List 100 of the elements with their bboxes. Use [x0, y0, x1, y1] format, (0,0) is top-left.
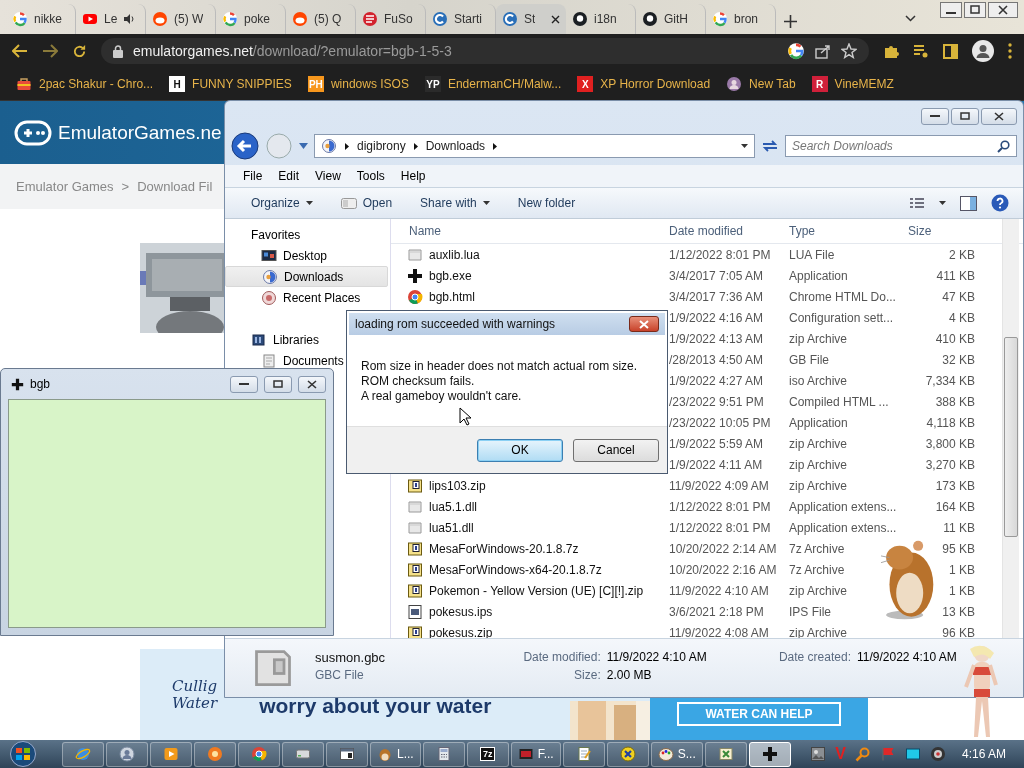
lock-icon: [113, 44, 123, 58]
scrollbar[interactable]: [1002, 219, 1019, 638]
bookmark[interactable]: PH windows ISOS: [307, 76, 409, 92]
taskbar-button[interactable]: S...: [650, 741, 703, 767]
file-type: IPS File: [789, 604, 831, 619]
toolbar-button[interactable]: Share with: [420, 196, 490, 210]
taskbar-button[interactable]: [562, 741, 605, 767]
playlist-icon[interactable]: [913, 44, 929, 58]
menu-item[interactable]: Edit: [278, 169, 300, 183]
site-logo[interactable]: EmulatorGames.ne: [58, 121, 222, 144]
file-name[interactable]: MesaForWindows-20.1.8.7z: [429, 541, 579, 556]
help-icon[interactable]: [991, 194, 1009, 212]
reload-icon[interactable]: [72, 43, 87, 59]
history-dropdown-icon[interactable]: [299, 143, 308, 149]
badge-icon: H: [169, 76, 186, 92]
forward-icon[interactable]: [42, 44, 58, 58]
magnifier-icon[interactable]: [854, 746, 871, 762]
taskbar-button[interactable]: L...: [370, 741, 421, 767]
search-input[interactable]: Search Downloads: [792, 139, 997, 153]
file-size: 13 KB: [942, 604, 975, 619]
ad-logo[interactable]: Cullig Water: [172, 678, 218, 712]
cross-file-icon: [717, 746, 734, 762]
address-dropdown-icon: [741, 144, 748, 148]
file-name[interactable]: pokesus.ips: [429, 604, 493, 619]
dialog-button[interactable]: OK: [477, 438, 563, 462]
share-icon[interactable]: [815, 43, 831, 59]
file-name[interactable]: lua51.dll: [429, 520, 474, 535]
menu-item[interactable]: View: [315, 169, 341, 183]
file-date: 3/4/2017 7:05 AM: [669, 268, 764, 283]
nav-item[interactable]: Downloads: [225, 266, 388, 287]
address-field[interactable]: digibrony Downloads: [314, 134, 755, 158]
star-icon[interactable]: [841, 43, 857, 59]
caret-icon: [939, 201, 946, 205]
file-date: 3/4/2017 7:36 AM: [669, 289, 764, 304]
scroll-thumb[interactable]: [1004, 337, 1018, 537]
file-type: 7z Archive: [789, 562, 845, 577]
menu-item[interactable]: Help: [400, 169, 426, 183]
bookmark[interactable]: H FUNNY SNIPPIES: [169, 76, 292, 92]
file-name[interactable]: Pokemon - Yellow Version (UE) [C][!].zip: [429, 583, 644, 598]
address-bar[interactable]: emulatorgames.net/download/?emulator=bgb-1-5-3: [101, 38, 869, 64]
file-name[interactable]: bgb.html: [429, 289, 476, 304]
close-button[interactable]: [298, 375, 326, 393]
view-options-icon[interactable]: [909, 196, 925, 210]
side-panel-icon[interactable]: [943, 43, 958, 59]
file-date: 1/9/2022 4:11 AM: [669, 457, 763, 472]
preview-pane-icon[interactable]: [960, 195, 977, 211]
file-name[interactable]: lips103.zip: [429, 478, 486, 493]
caret-icon: [482, 201, 490, 205]
menu-item[interactable]: File: [243, 169, 263, 183]
toolbar-button[interactable]: Organize: [251, 196, 313, 210]
search-field[interactable]: Search Downloads: [785, 135, 1017, 157]
screen-icon[interactable]: [904, 746, 921, 762]
photo-icon[interactable]: [810, 746, 827, 762]
speaker-icon[interactable]: [929, 746, 946, 762]
maximize-button[interactable]: [264, 375, 292, 393]
close-icon[interactable]: [551, 14, 560, 24]
file-name[interactable]: auxlib.lua: [429, 247, 480, 262]
profile-icon[interactable]: [972, 40, 994, 62]
clock[interactable]: 4:16 AM: [961, 747, 1006, 761]
nav-item[interactable]: Desktop: [225, 245, 388, 266]
menu-item[interactable]: Tools: [356, 169, 385, 183]
new-tab-icon[interactable]: [784, 15, 797, 28]
dialog-button[interactable]: Cancel: [573, 438, 659, 462]
column-header[interactable]: Size: [904, 224, 975, 238]
puzzle-icon[interactable]: [883, 43, 899, 59]
minimize-icon[interactable]: [940, 2, 962, 18]
palette-icon: [657, 746, 674, 762]
close-button[interactable]: [629, 316, 659, 332]
nav-group[interactable]: Favorites: [225, 224, 388, 245]
maximize-button[interactable]: [951, 107, 979, 125]
refresh-icon[interactable]: [761, 138, 779, 154]
bookmark[interactable]: 2pac Shakur - Chro...: [16, 76, 154, 92]
column-header[interactable]: Date modified: [669, 224, 789, 238]
taskbar-button[interactable]: [326, 741, 368, 767]
file-name[interactable]: MesaForWindows-x64-20.1.8.7z: [429, 562, 602, 577]
bookmark[interactable]: X XP Horror Download: [577, 76, 711, 92]
close-button[interactable]: [981, 107, 1017, 125]
minimize-button[interactable]: [230, 375, 258, 393]
dropdown-icon[interactable]: [905, 15, 916, 22]
bookmark[interactable]: New Tab: [726, 76, 796, 92]
browser-tab[interactable]: St: [496, 4, 566, 34]
minimize-button[interactable]: [921, 107, 949, 125]
toolbar-button[interactable]: Open: [340, 196, 393, 210]
restore-icon[interactable]: [964, 2, 986, 18]
menu-icon[interactable]: [1008, 43, 1012, 59]
file-name[interactable]: lua5.1.dll: [429, 499, 478, 514]
bookmark[interactable]: R VineMEMZ: [811, 76, 894, 92]
file-date: 1/9/2022 5:59 AM: [669, 436, 764, 451]
file-name[interactable]: bgb.exe: [429, 268, 472, 283]
column-header[interactable]: Type: [789, 224, 904, 238]
nav-item[interactable]: Recent Places: [225, 287, 388, 308]
back-icon[interactable]: [12, 44, 28, 58]
taskbar-button[interactable]: 7z: [466, 741, 509, 767]
column-header[interactable]: Name: [407, 224, 669, 238]
toolbar-button[interactable]: New folder: [517, 196, 576, 210]
bookmark[interactable]: YP EndermanCH/Malw...: [424, 76, 562, 92]
close-icon[interactable]: [988, 2, 1018, 18]
taskbar-button[interactable]: F...: [510, 741, 561, 767]
back-button[interactable]: [231, 132, 259, 160]
taskbar-button[interactable]: [748, 741, 791, 767]
